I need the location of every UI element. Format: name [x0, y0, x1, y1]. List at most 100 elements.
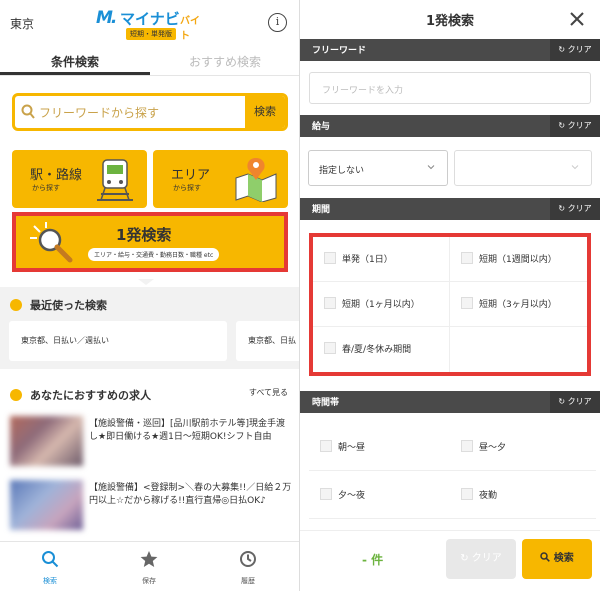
checkbox[interactable]	[461, 297, 473, 309]
period-option[interactable]: 単発（1日）	[313, 237, 450, 282]
freeword-section-bar: フリーワード ↻ クリア	[300, 39, 600, 61]
freeword-input[interactable]: フリーワードを入力	[309, 72, 591, 104]
one-search-button[interactable]: 1発検索 エリア・給与・交通費・勤務日数・職種 etc	[12, 212, 288, 272]
job-list-item[interactable]: 【施設警備・巡回】[品川駅前ホテル等]現金手渡し★即日働ける★週1日〜短期OK!…	[0, 412, 299, 470]
station-line-search-tile[interactable]: 駅・路線 から探す	[12, 150, 147, 208]
freeword-search-box[interactable]: フリーワードから探す 検索	[12, 93, 288, 131]
recent-search-card[interactable]: 東京都、日払	[236, 321, 299, 361]
recommended-header: あなたにおすすめの求人 すべて見る	[0, 377, 299, 409]
smile-icon	[10, 389, 22, 401]
tile-title: 駅・路線	[30, 168, 83, 183]
clear-label: クリア	[567, 45, 592, 54]
recent-heading: 最近使った検索	[30, 299, 107, 312]
nav-search[interactable]: 検索	[20, 550, 80, 586]
timeband-option[interactable]: 夜勤	[450, 473, 596, 519]
tile-subtitle: から探す	[32, 184, 60, 192]
recommended-heading: あなたにおすすめの求人	[30, 389, 151, 402]
logo-mark: M.	[96, 8, 117, 28]
period-options-grid: 単発（1日） 短期（1週間以内） 短期（1ヶ月以内） 短期（3ヶ月以内） 春/夏…	[309, 233, 591, 376]
panel-title: 1発検索	[425, 14, 475, 29]
period-option[interactable]: 短期（1週間以内）	[450, 237, 587, 282]
one-search-title: 1発検索	[116, 226, 172, 244]
checkbox[interactable]	[324, 297, 336, 309]
job-thumbnail	[10, 416, 83, 466]
chevron-down-icon	[427, 165, 435, 170]
option-label: 短期（1ヶ月以内）	[342, 300, 420, 310]
star-icon	[140, 551, 158, 567]
timeband-option[interactable]: 朝〜昼	[309, 425, 455, 471]
clear-label: クリア	[567, 121, 592, 130]
app-header: 東京 M. マイナビ バイト 短期・単発版 i	[0, 0, 299, 44]
logo-text: マイナビ	[120, 10, 180, 28]
period-section-bar: 期間 ↻ クリア	[300, 198, 600, 220]
section-label: 期間	[312, 205, 331, 215]
clear-label: クリア	[567, 204, 592, 213]
tab-recommended-search[interactable]: おすすめ検索	[150, 53, 299, 70]
logo-subtext: バイト	[180, 16, 200, 42]
caret-pointer	[138, 279, 154, 285]
job-list-item[interactable]: 【施設警備】<登録制>＼春の大募集!!／日給２万円以上☆だから稼げる!!直行直帰…	[0, 476, 299, 534]
close-icon[interactable]	[566, 8, 588, 30]
search-icon	[540, 552, 551, 562]
search-icon	[42, 551, 59, 568]
history-icon	[240, 551, 256, 567]
checkbox[interactable]	[324, 252, 336, 264]
panel-header: 1発検索	[300, 0, 600, 38]
period-option[interactable]: 短期（3ヶ月以内）	[450, 282, 587, 327]
timeband-option[interactable]: 夕〜夜	[309, 473, 455, 519]
select-value: 指定しない	[319, 166, 365, 176]
magnifier-icon	[30, 222, 73, 263]
location-selector[interactable]: 東京	[10, 15, 34, 32]
freeword-clear-button[interactable]: ↻ クリア	[550, 39, 600, 61]
recent-searches-section: 最近使った検索 東京都、日払い／週払い 東京都、日払	[0, 287, 299, 369]
timeband-section-bar: 時間帯 ↻ クリア	[300, 391, 600, 413]
salary-type-select[interactable]: 指定しない	[308, 150, 448, 186]
recent-search-card[interactable]: 東京都、日払い／週払い	[9, 321, 227, 361]
logo-badge: 短期・単発版	[126, 28, 176, 40]
checkbox[interactable]	[461, 440, 473, 452]
job-title: 【施設警備】<登録制>＼春の大募集!!／日給２万円以上☆だから稼げる!!直行直帰…	[89, 483, 292, 506]
nav-history[interactable]: 履歴	[218, 550, 278, 586]
checkbox[interactable]	[461, 252, 473, 264]
period-option[interactable]: 春/夏/冬休み期間	[313, 327, 450, 372]
period-option[interactable]: 短期（1ヶ月以内）	[313, 282, 450, 327]
app-logo: M. マイナビ バイト 短期・単発版	[96, 6, 206, 42]
panel-footer: - 件 ↻ クリア 検索	[300, 530, 600, 591]
option-label: 夜勤	[479, 491, 498, 501]
option-label: 朝〜昼	[338, 443, 366, 453]
salary-section-bar: 給与 ↻ クリア	[300, 115, 600, 137]
recent-search-text: 東京都、日払	[248, 336, 296, 345]
search-home-screen: 東京 M. マイナビ バイト 短期・単発版 i 条件検索 おすすめ検索 フリーワ…	[0, 0, 300, 591]
checkbox[interactable]	[324, 342, 336, 354]
timeband-clear-button[interactable]: ↻ クリア	[550, 391, 600, 413]
nav-saved[interactable]: 保存	[119, 550, 179, 586]
checkbox[interactable]	[461, 488, 473, 500]
option-label: 昼〜夕	[479, 443, 507, 453]
search-placeholder[interactable]: フリーワードから探す	[39, 104, 159, 121]
submit-search-button[interactable]: 検索	[522, 539, 592, 579]
tab-condition-search[interactable]: 条件検索	[0, 53, 150, 70]
option-label: 短期（3ヶ月以内）	[479, 300, 557, 310]
recent-search-text: 東京都、日払い／週払い	[21, 336, 109, 345]
active-tab-underline	[0, 72, 150, 75]
section-label: 給与	[312, 122, 331, 132]
search-button[interactable]: 検索	[245, 96, 285, 128]
section-label: 時間帯	[312, 398, 340, 408]
checkbox[interactable]	[320, 488, 332, 500]
checkbox[interactable]	[320, 440, 332, 452]
clear-all-button[interactable]: ↻ クリア	[446, 539, 516, 579]
tile-subtitle: から探す	[173, 184, 201, 192]
job-thumbnail	[10, 480, 83, 530]
one-search-panel: 1発検索 フリーワード ↻ クリア フリーワードを入力 給与 ↻ クリア 指定し…	[300, 0, 600, 591]
one-search-subtitle: エリア・給与・交通費・勤務日数・職種 etc	[88, 248, 220, 261]
see-all-link[interactable]: すべて見る	[249, 387, 288, 398]
result-count: - 件	[362, 553, 384, 567]
map-icon	[235, 158, 277, 202]
salary-amount-select[interactable]	[454, 150, 592, 186]
period-clear-button[interactable]: ↻ クリア	[550, 198, 600, 220]
timeband-option[interactable]: 昼〜夕	[450, 425, 596, 471]
area-search-tile[interactable]: エリア から探す	[153, 150, 288, 208]
info-icon[interactable]: i	[268, 13, 287, 32]
salary-clear-button[interactable]: ↻ クリア	[550, 115, 600, 137]
nav-label: 検索	[43, 577, 57, 585]
